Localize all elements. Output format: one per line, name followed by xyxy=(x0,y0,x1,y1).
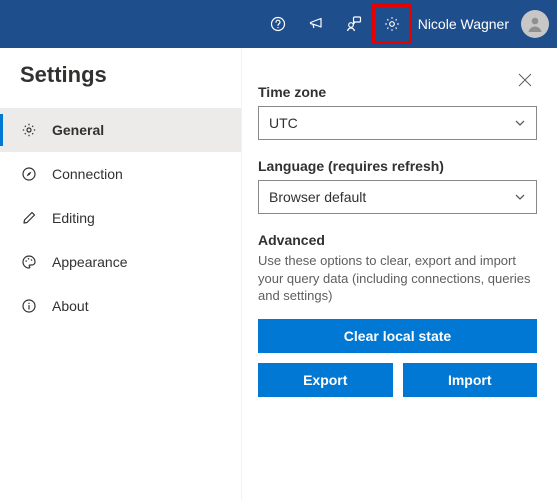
person-icon xyxy=(525,14,545,34)
timezone-select[interactable]: UTC xyxy=(258,106,537,140)
import-button[interactable]: Import xyxy=(403,363,538,397)
sidebar-item-label: Connection xyxy=(52,166,123,182)
language-field: Language (requires refresh) Browser defa… xyxy=(258,158,537,214)
settings-button[interactable] xyxy=(374,6,410,42)
help-icon xyxy=(270,16,286,32)
chevron-down-icon xyxy=(514,191,526,203)
sidebar-item-about[interactable]: About xyxy=(0,284,241,328)
language-select[interactable]: Browser default xyxy=(258,180,537,214)
palette-icon xyxy=(20,253,38,271)
info-icon xyxy=(20,297,38,315)
settings-panel: Settings General xyxy=(0,48,557,500)
advanced-description: Use these options to clear, export and i… xyxy=(258,252,537,305)
clear-local-state-button[interactable]: Clear local state xyxy=(258,319,537,353)
panel-header: Settings xyxy=(0,48,241,102)
sidebar-item-label: Editing xyxy=(52,210,95,226)
compass-icon xyxy=(20,165,38,183)
close-icon xyxy=(518,73,532,87)
feedback-person-icon xyxy=(345,15,363,33)
sidebar-item-label: Appearance xyxy=(52,254,128,270)
advanced-title: Advanced xyxy=(258,232,537,248)
sidebar-nav: General Connection xyxy=(0,102,241,328)
timezone-field: Time zone UTC xyxy=(258,84,537,140)
sidebar-item-label: General xyxy=(52,122,104,138)
sidebar: Settings General xyxy=(0,48,242,500)
gear-icon xyxy=(20,121,38,139)
announce-button[interactable] xyxy=(298,6,334,42)
feedback-button[interactable] xyxy=(336,6,372,42)
sidebar-item-general[interactable]: General xyxy=(0,108,241,152)
help-button[interactable] xyxy=(260,6,296,42)
user-name[interactable]: Nicole Wagner xyxy=(412,16,519,32)
megaphone-icon xyxy=(308,16,324,32)
export-button[interactable]: Export xyxy=(258,363,393,397)
timezone-label: Time zone xyxy=(258,84,537,100)
language-label: Language (requires refresh) xyxy=(258,158,537,174)
avatar[interactable] xyxy=(521,10,549,38)
language-value: Browser default xyxy=(269,189,366,205)
timezone-value: UTC xyxy=(269,115,298,131)
chevron-down-icon xyxy=(514,117,526,129)
pencil-icon xyxy=(20,209,38,227)
close-button[interactable] xyxy=(513,68,537,92)
gear-icon xyxy=(383,15,401,33)
sidebar-item-appearance[interactable]: Appearance xyxy=(0,240,241,284)
top-bar: Nicole Wagner xyxy=(0,0,557,48)
advanced-section: Advanced Use these options to clear, exp… xyxy=(258,232,537,397)
sidebar-item-connection[interactable]: Connection xyxy=(0,152,241,196)
panel-title: Settings xyxy=(20,62,107,88)
sidebar-item-editing[interactable]: Editing xyxy=(0,196,241,240)
main-content: Time zone UTC Language (requires refresh… xyxy=(242,48,557,500)
sidebar-item-label: About xyxy=(52,298,89,314)
